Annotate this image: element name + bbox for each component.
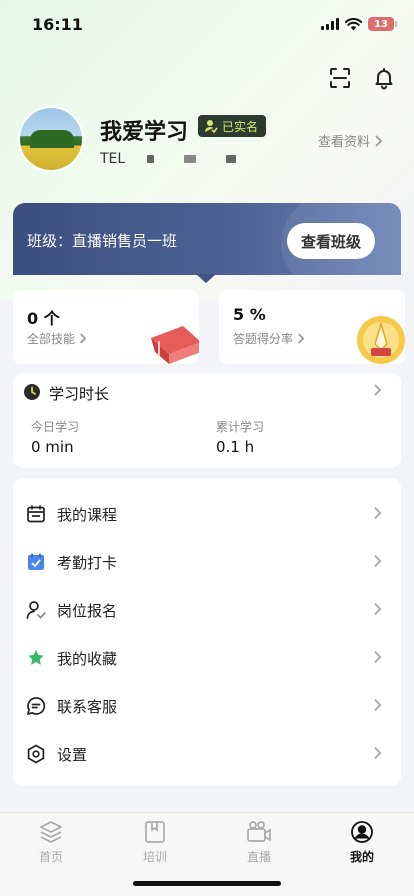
calendar-icon	[25, 503, 47, 525]
clock-icon	[24, 384, 40, 400]
tab-home[interactable]: 首页	[21, 819, 81, 865]
battery-level: 13	[374, 18, 388, 30]
chevron-right-icon	[374, 554, 381, 568]
star-icon	[25, 647, 47, 669]
medal-pen-icon	[357, 316, 405, 364]
menu-label: 我的课程	[57, 505, 118, 524]
today-study-value: 0 min	[31, 438, 74, 456]
today-study-label: 今日学习	[31, 420, 80, 434]
masked-phone-part	[226, 155, 237, 163]
study-duration-card[interactable]: 学习时长 今日学习 0 min 累计学习 0.1 h	[13, 373, 401, 468]
chevron-right-icon	[374, 698, 381, 712]
tel-prefix: TEL	[100, 151, 126, 167]
menu-item-favorites[interactable]: 我的收藏	[13, 634, 401, 682]
tab-training[interactable]: 培训	[125, 819, 185, 865]
verified-user-icon	[205, 120, 218, 133]
chevron-right-icon	[374, 384, 381, 396]
verified-badge: 已实名	[198, 115, 267, 137]
bell-icon[interactable]	[370, 64, 398, 92]
checkin-icon	[25, 551, 47, 573]
tab-mine[interactable]: 我的	[332, 819, 392, 865]
score-label: 答题得分率	[233, 332, 294, 346]
total-study-value: 0.1 h	[216, 438, 255, 456]
study-title: 学习时长	[49, 385, 110, 403]
camera-icon	[246, 819, 272, 844]
scan-icon[interactable]	[326, 64, 354, 92]
masked-phone-part	[147, 155, 155, 163]
menu-item-customer-service[interactable]: 联系客服	[13, 682, 401, 730]
skills-label-row: 全部技能	[27, 330, 87, 347]
book-icon	[142, 819, 168, 844]
layers-icon	[38, 819, 64, 844]
signal-icon	[321, 18, 339, 30]
chat-icon	[25, 695, 47, 717]
score-label-row: 答题得分率	[233, 330, 305, 347]
menu-label: 联系客服	[57, 697, 118, 716]
avatar[interactable]	[18, 106, 84, 172]
username: 我爱学习	[100, 120, 189, 145]
chevron-right-icon	[374, 506, 381, 520]
menu-item-settings[interactable]: 设置	[13, 730, 401, 778]
score-value: 5 %	[233, 305, 266, 324]
menu-item-attendance[interactable]: 考勤打卡	[13, 538, 401, 586]
class-banner: 班级：直播销售员一班 查看班级	[13, 203, 401, 275]
status-bar: 16:11 13	[0, 0, 414, 48]
class-label: 班级：直播销售员一班	[27, 232, 178, 250]
view-class-button[interactable]: 查看班级	[286, 223, 375, 259]
menu-label: 设置	[57, 745, 88, 764]
tab-label: 直播	[246, 850, 271, 864]
settings-icon	[25, 743, 47, 765]
menu-list: 我的课程 考勤打卡 岗位报名 我的收藏 联系客服 设置	[13, 478, 401, 786]
skills-value: 0 个	[27, 309, 60, 328]
menu-item-my-courses[interactable]: 我的课程	[13, 490, 401, 538]
tab-label: 首页	[38, 850, 63, 864]
chevron-right-icon	[374, 746, 381, 760]
wifi-icon	[345, 17, 362, 30]
skills-label: 全部技能	[27, 332, 76, 346]
status-icons: 13	[321, 15, 397, 33]
chevron-right-icon	[374, 602, 381, 616]
chevron-right-icon	[375, 134, 383, 147]
chevron-right-icon	[298, 333, 305, 344]
graduation-cap-icon	[151, 326, 199, 364]
battery-icon: 13	[368, 17, 397, 31]
tab-label: 培训	[142, 850, 167, 864]
banner-pointer	[196, 274, 216, 283]
view-profile-label: 查看资料	[318, 135, 371, 150]
menu-label: 岗位报名	[57, 601, 118, 620]
phone-row: TEL	[100, 151, 237, 167]
masked-phone-part	[184, 155, 197, 163]
menu-label: 我的收藏	[57, 649, 118, 668]
user-check-icon	[25, 599, 47, 621]
view-profile-link[interactable]: 查看资料	[318, 131, 383, 150]
status-time: 16:11	[32, 15, 83, 34]
score-card[interactable]: 5 % 答题得分率	[219, 290, 405, 364]
menu-label: 考勤打卡	[57, 553, 118, 572]
tab-live[interactable]: 直播	[229, 819, 289, 865]
verified-label: 已实名	[222, 119, 259, 134]
tab-label: 我的	[349, 850, 374, 864]
menu-item-job-signup[interactable]: 岗位报名	[13, 586, 401, 634]
profile-icon	[349, 819, 375, 844]
chevron-right-icon	[80, 333, 87, 344]
chevron-right-icon	[374, 650, 381, 664]
skills-card[interactable]: 0 个 全部技能	[13, 290, 199, 364]
total-study-label: 累计学习	[216, 420, 265, 434]
home-indicator	[133, 881, 281, 886]
